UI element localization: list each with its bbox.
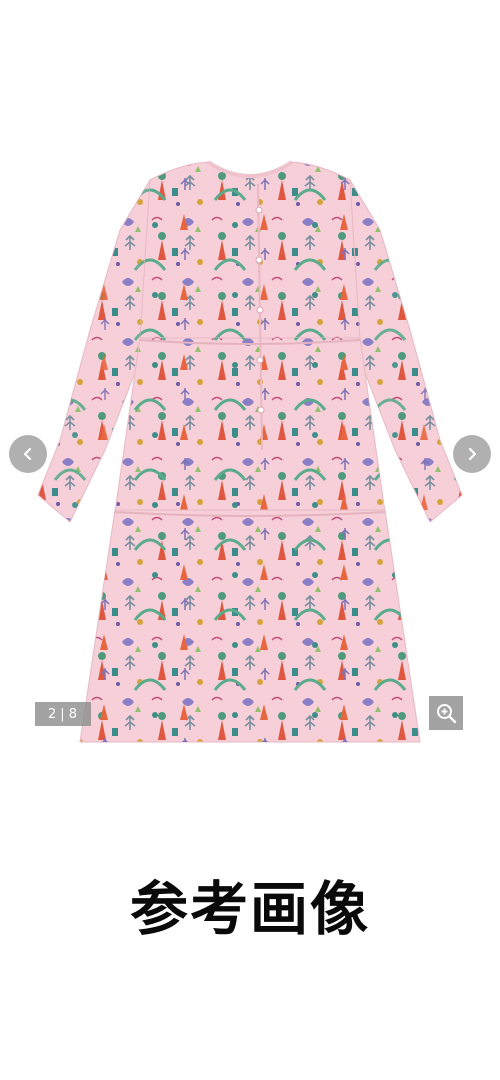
reference-image-caption: 参考画像 bbox=[129, 875, 370, 943]
image-counter: 2 | 8 bbox=[35, 702, 91, 726]
counter-separator: | bbox=[60, 706, 66, 722]
chevron-left-icon bbox=[23, 447, 32, 461]
current-page: 2 bbox=[48, 706, 58, 722]
chevron-right-icon bbox=[468, 447, 477, 461]
zoom-button[interactable] bbox=[429, 696, 463, 730]
dress-product-image bbox=[37, 160, 463, 743]
next-image-button[interactable] bbox=[453, 435, 491, 473]
previous-image-button[interactable] bbox=[9, 435, 47, 473]
image-gallery[interactable]: 2 | 8 bbox=[0, 0, 500, 760]
total-pages: 8 bbox=[68, 706, 78, 722]
zoom-in-icon bbox=[437, 704, 457, 724]
